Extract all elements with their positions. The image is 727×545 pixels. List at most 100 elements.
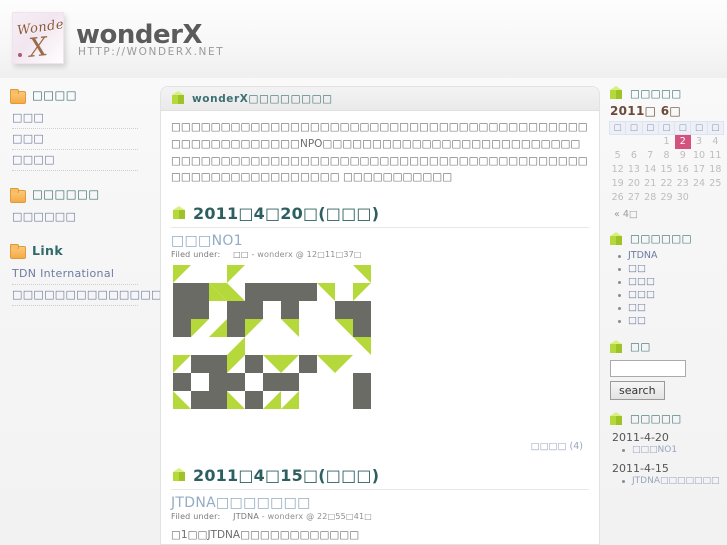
- calendar-day[interactable]: 15: [658, 163, 674, 177]
- mosaic-triangle: [263, 391, 281, 410]
- calendar-week-row: 1234: [610, 134, 724, 149]
- calendar-day[interactable]: 25: [707, 177, 723, 191]
- mosaic-triangle: [227, 283, 245, 302]
- calendar-day[interactable]: 5: [610, 149, 626, 163]
- calendar-day[interactable]: 16: [675, 163, 691, 177]
- mosaic-square: [299, 355, 317, 374]
- list-item: □□□: [616, 276, 727, 289]
- post-1-meta: Filed under: □□ - wonderx @ 12□11□37□: [171, 250, 589, 259]
- sidebar-item-link-0[interactable]: TDN International: [12, 264, 138, 285]
- post-1-comments-link[interactable]: □□□□ (4): [171, 437, 589, 458]
- mosaic-triangle: [227, 265, 245, 284]
- post-2-meta-category[interactable]: JTDNA: [233, 512, 259, 521]
- calendar-week-row: 5 6 7 8 9 10 11: [610, 149, 724, 163]
- post-1: 2011□4□20□(□□□) □□□NO1 Filed under: □□ -…: [161, 196, 599, 458]
- calendar-day[interactable]: 18: [707, 163, 723, 177]
- sidebar-item-link-1[interactable]: □□□□□□□□□□□□□□: [12, 285, 161, 306]
- mosaic-square: [281, 283, 299, 302]
- sidebar-item-menu-1[interactable]: □□□: [12, 129, 138, 150]
- list-item: TDN International: [0, 264, 150, 285]
- mosaic-square: [263, 373, 281, 392]
- calendar-weekday-0: □: [608, 121, 627, 135]
- calendar-day[interactable]: 1: [658, 135, 674, 149]
- category-item-2[interactable]: □□□: [628, 276, 655, 287]
- categories-header: □□□□□□: [608, 231, 727, 247]
- list-item: □□: [616, 302, 727, 315]
- calendar-day[interactable]: 26: [610, 191, 626, 205]
- post-2-meta: Filed under: JTDNA - wonderx @ 22□55□41□: [171, 512, 589, 521]
- category-item-5[interactable]: □□: [628, 315, 646, 326]
- sidebar-item-menu-0[interactable]: □□□: [12, 108, 138, 129]
- calendar-prev-link[interactable]: « 4□: [614, 209, 727, 220]
- mosaic-square: [173, 373, 191, 392]
- cube-icon: [608, 86, 623, 101]
- calendar-day[interactable]: 7: [642, 149, 658, 163]
- mosaic-triangle: [173, 391, 191, 410]
- recent-group-list-1: JTDNA□□□□□□□: [608, 476, 727, 489]
- calendar-day-today[interactable]: 2: [674, 134, 691, 149]
- calendar-day[interactable]: 24: [691, 177, 707, 191]
- mosaic-triangle: [353, 337, 371, 356]
- site-logo[interactable]: Wonder X: [12, 12, 64, 64]
- calendar-day[interactable]: 29: [658, 191, 674, 205]
- logo-x-text: X: [27, 32, 50, 64]
- calendar-day[interactable]: 23: [675, 177, 691, 191]
- search-input[interactable]: [610, 359, 686, 377]
- calendar-day[interactable]: 6: [626, 149, 642, 163]
- mosaic-triangle: [281, 391, 299, 410]
- main-content: wonderX□□□□□□□□ □□□□□□□□□□□□□□□□□□□□□□□□…: [160, 86, 600, 545]
- mosaic-square: [227, 301, 245, 320]
- calendar-header: □□□□□: [608, 86, 727, 101]
- category-item-0[interactable]: JTDNA: [628, 250, 658, 261]
- list-item: □□: [616, 263, 727, 276]
- calendar-day[interactable]: 20: [626, 177, 642, 191]
- calendar-day[interactable]: 8: [658, 149, 674, 163]
- calendar-day[interactable]: 17: [691, 163, 707, 177]
- calendar-day[interactable]: 10: [691, 149, 707, 163]
- calendar-day[interactable]: 12: [610, 163, 626, 177]
- right-sidebar: □□□□□ 2011□ 6□ □ □ □ □ □ □ □ 1 2 3 4 5 6 7 8 9 10 11 12 13…: [608, 86, 727, 545]
- calendar-day[interactable]: 22: [658, 177, 674, 191]
- calendar-day[interactable]: 21: [642, 177, 658, 191]
- category-item-1[interactable]: □□: [628, 263, 646, 274]
- folder-icon: [10, 88, 26, 104]
- calendar-day[interactable]: 30: [675, 191, 691, 205]
- list-item: □□□□□□□□□□□□□□: [0, 285, 161, 306]
- mosaic-square: [353, 319, 371, 338]
- mosaic-square: [245, 283, 263, 302]
- sidebar-item-secondary-0[interactable]: □□□□□□: [12, 207, 138, 227]
- calendar-day[interactable]: 11: [707, 149, 723, 163]
- post-2-meta-label: Filed under:: [171, 512, 221, 522]
- calendar-day[interactable]: 3: [691, 135, 707, 149]
- calendar-body: 1 2 3 4 5 6 7 8 9 10 11 12 13 14 15 16 17 18 19 20 21 22 23 24 2…: [610, 134, 724, 205]
- sidebar-item-menu-2[interactable]: □□□□: [12, 150, 138, 171]
- mosaic-triangle: [335, 355, 353, 374]
- calendar-day[interactable]: 13: [626, 163, 642, 177]
- mosaic-square: [245, 301, 263, 320]
- post-1-title[interactable]: □□□NO1: [171, 233, 589, 249]
- post-1-meta-category[interactable]: □□: [233, 250, 249, 259]
- calendar-day[interactable]: 14: [642, 163, 658, 177]
- mosaic-square: [191, 391, 209, 410]
- sidebar-section-secondary: □□□□□□ □□□□□□: [0, 187, 150, 227]
- search-heading: □□: [630, 341, 651, 353]
- post-2-title[interactable]: JTDNA□□□□□□□: [171, 495, 589, 511]
- sidebar-section-link-label: Link: [32, 243, 64, 258]
- recent-post-link-1-0[interactable]: JTDNA□□□□□□□: [632, 476, 720, 486]
- calendar-day[interactable]: 4: [707, 135, 723, 149]
- calendar-day[interactable]: 19: [610, 177, 626, 191]
- post-1-mosaic-image: [173, 265, 397, 437]
- calendar-day[interactable]: 28: [642, 191, 658, 205]
- calendar-day[interactable]: 9: [675, 149, 691, 163]
- post-1-comments-label: □□□□: [530, 441, 567, 453]
- list-item: □□□: [616, 289, 727, 302]
- calendar-week-row: 26 27 28 29 30: [610, 191, 724, 205]
- category-item-4[interactable]: □□: [628, 302, 646, 313]
- calendar-day[interactable]: 27: [626, 191, 642, 205]
- post-1-date: 2011□4□20□(□□□): [193, 204, 380, 224]
- category-item-3[interactable]: □□□: [628, 289, 655, 300]
- search-button[interactable]: search: [610, 380, 665, 400]
- recent-post-link-0-0[interactable]: □□□NO1: [632, 445, 677, 455]
- cube-icon: [608, 231, 623, 247]
- calendar-weekday-4: □: [674, 121, 692, 135]
